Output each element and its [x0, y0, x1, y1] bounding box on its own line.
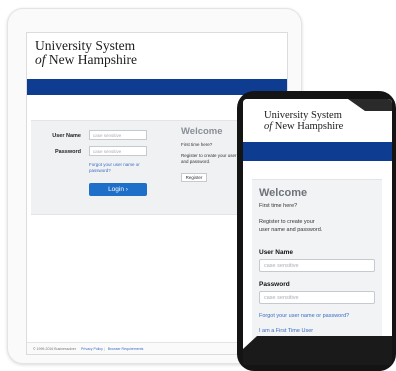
- username-label: User Name: [52, 133, 81, 139]
- browser-requirements-link[interactable]: Browser Requirements: [108, 347, 144, 351]
- usnh-logo: University System of New Hampshire: [264, 110, 392, 133]
- logo-new-hampshire: New Hampshire: [48, 51, 137, 67]
- login-panel: Welcome First time here? Register to cre…: [252, 179, 382, 365]
- brand-bar: [243, 142, 392, 161]
- login-button[interactable]: [259, 343, 375, 352]
- logo-of: of: [264, 120, 273, 132]
- logo-line2: of New Hampshire: [264, 120, 392, 133]
- footer-copyright: © 1999-2016 Businessolver: [33, 347, 77, 351]
- register-button[interactable]: Register: [181, 173, 207, 182]
- footer-separator: |: [103, 347, 105, 351]
- register-text-line1: Register to create your: [259, 218, 315, 225]
- logo-of: of: [35, 51, 46, 67]
- welcome-title: Welcome: [181, 126, 223, 137]
- forgot-credentials-link[interactable]: Forgot your user name or password?: [259, 313, 375, 319]
- usnh-logo: University System of New Hampshire: [35, 39, 287, 66]
- first-time-user-link[interactable]: I am a First Time User: [259, 328, 375, 334]
- password-input[interactable]: case sensitive: [259, 290, 375, 304]
- forgot-credentials-link[interactable]: Forgot your user name or password?: [89, 162, 149, 174]
- tablet-header: University System of New Hampshire: [27, 33, 287, 79]
- phone-screen: University System of New Hampshire Welco…: [243, 99, 392, 365]
- password-label: Password: [259, 280, 290, 288]
- first-time-text: First time here?: [259, 203, 298, 209]
- login-button[interactable]: Login ›: [89, 183, 147, 196]
- register-text-line2: user name and password.: [259, 226, 323, 233]
- phone-device: University System of New Hampshire Welco…: [237, 91, 396, 371]
- password-input[interactable]: case sensitive: [89, 146, 147, 156]
- privacy-policy-link[interactable]: Privacy Policy: [81, 347, 103, 351]
- welcome-title: Welcome: [259, 187, 308, 199]
- username-input[interactable]: case sensitive: [89, 130, 147, 140]
- username-label: User Name: [259, 248, 293, 256]
- logo-line2: of New Hampshire: [35, 51, 287, 67]
- password-label: Password: [55, 149, 81, 155]
- username-input[interactable]: case sensitive: [259, 258, 375, 272]
- logo-new-hampshire: New Hampshire: [274, 120, 344, 132]
- phone-header: University System of New Hampshire: [243, 99, 392, 142]
- logo-line1: University System: [35, 38, 136, 53]
